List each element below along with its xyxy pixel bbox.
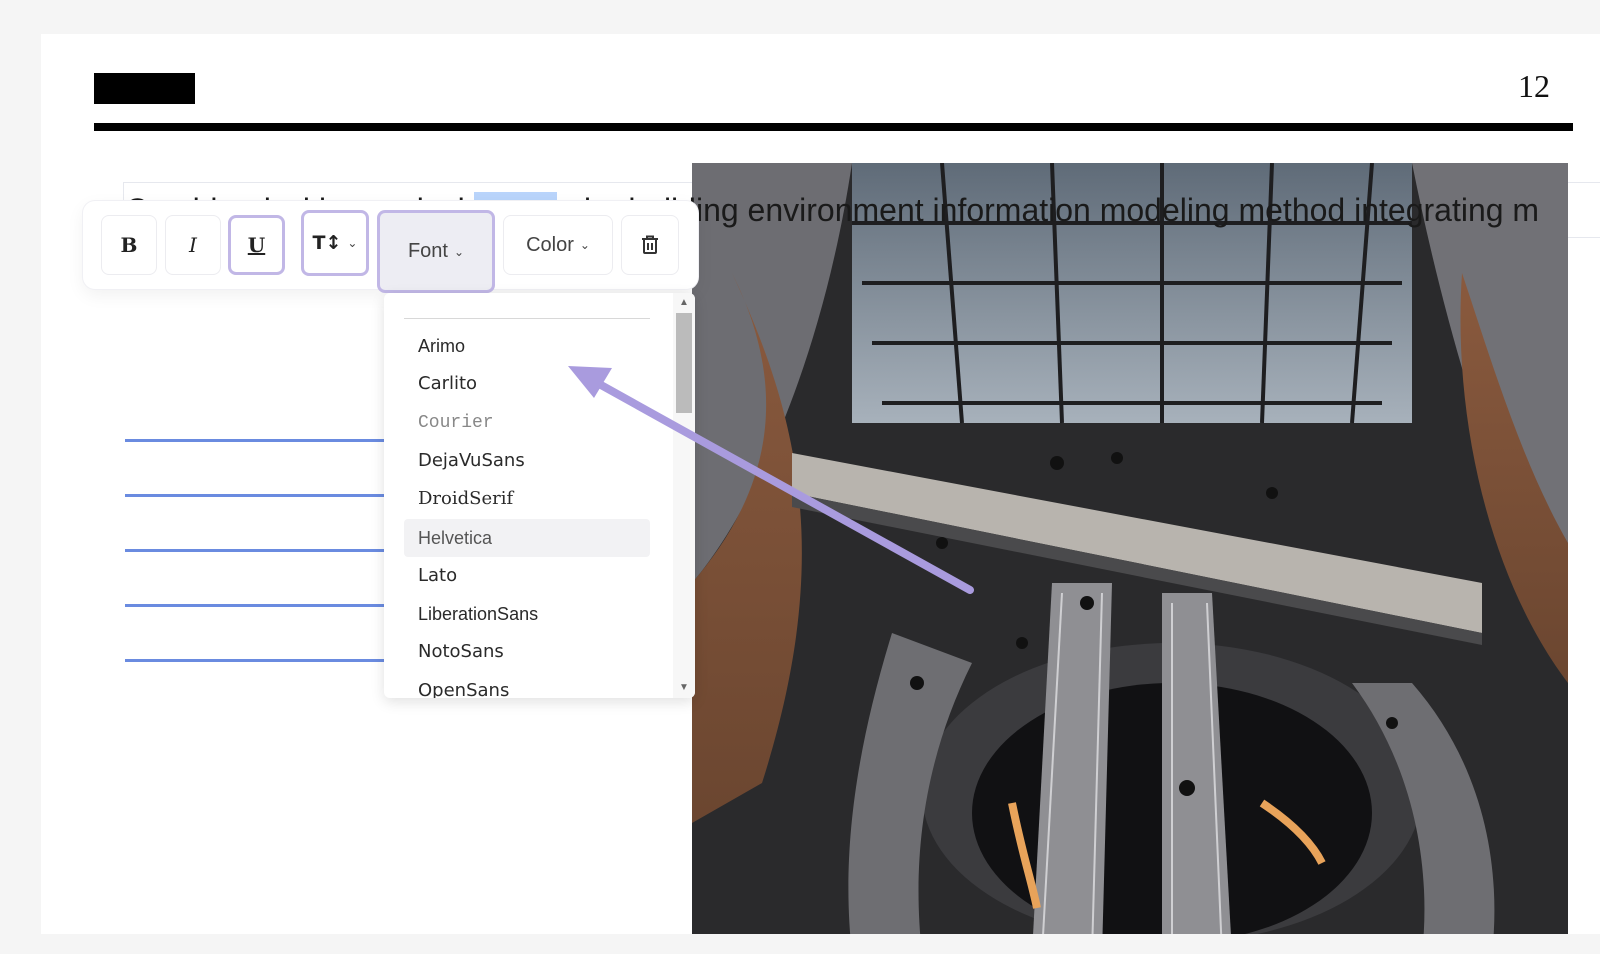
page-number: 12 xyxy=(1518,68,1550,104)
font-option[interactable]: Courier xyxy=(404,404,650,442)
font-option[interactable]: OpenSans xyxy=(404,672,650,698)
font-size-icon: T↕ xyxy=(312,232,342,254)
underline-icon: U xyxy=(247,233,266,257)
document-page: 12 Combined with practical cases, the bu… xyxy=(41,34,1600,954)
atrium-photo[interactable] xyxy=(692,163,1568,954)
font-dropdown-button[interactable]: Font ⌄ xyxy=(377,210,495,293)
font-button-label: Font xyxy=(407,240,448,262)
bold-icon: B xyxy=(120,233,138,257)
header-rule xyxy=(94,123,1573,131)
font-option[interactable]: Carlito xyxy=(404,365,650,403)
chevron-down-icon: ⌄ xyxy=(579,238,590,252)
italic-icon: I xyxy=(189,233,197,257)
trash-icon xyxy=(642,235,658,254)
font-option[interactable]: NotoSans xyxy=(404,633,650,671)
redacted-header-block xyxy=(94,73,195,104)
body-text-after[interactable]: , the building environment information m… xyxy=(557,192,1539,228)
dropdown-divider xyxy=(404,318,650,319)
font-size-button[interactable]: T↕ ⌄ xyxy=(301,210,369,276)
scroll-up-arrow-icon[interactable]: ▲ xyxy=(673,295,695,311)
font-option[interactable]: LiberationSans xyxy=(404,595,650,633)
color-dropdown-button[interactable]: Color ⌄ xyxy=(503,215,613,275)
scroll-down-arrow-icon[interactable]: ▼ xyxy=(673,680,695,696)
italic-button[interactable]: I xyxy=(165,215,221,275)
color-button-label: Color xyxy=(526,233,574,256)
bold-button[interactable]: B xyxy=(101,215,157,275)
font-option[interactable]: Helvetica xyxy=(404,518,650,557)
font-option[interactable]: DejaVuSans xyxy=(404,442,650,480)
dropdown-scrollbar[interactable]: ▲ ▼ xyxy=(673,293,695,698)
font-option[interactable]: Lato xyxy=(404,557,650,595)
text-format-toolbar: B I U T↕ ⌄ Font ⌄ Color ⌄ xyxy=(83,201,698,293)
scroll-thumb[interactable] xyxy=(676,313,692,413)
underline-button[interactable]: U xyxy=(228,215,285,275)
font-option[interactable]: Arimo xyxy=(404,327,650,365)
chevron-down-icon: ⌄ xyxy=(347,236,358,250)
font-dropdown-menu: Arimo Carlito Courier DejaVuSans DroidSerif H… xyxy=(384,293,695,698)
delete-button[interactable] xyxy=(621,215,679,275)
font-option[interactable]: DroidSerif xyxy=(404,480,650,518)
bottom-strip xyxy=(0,934,1600,954)
chevron-down-icon: ⌄ xyxy=(453,244,465,259)
